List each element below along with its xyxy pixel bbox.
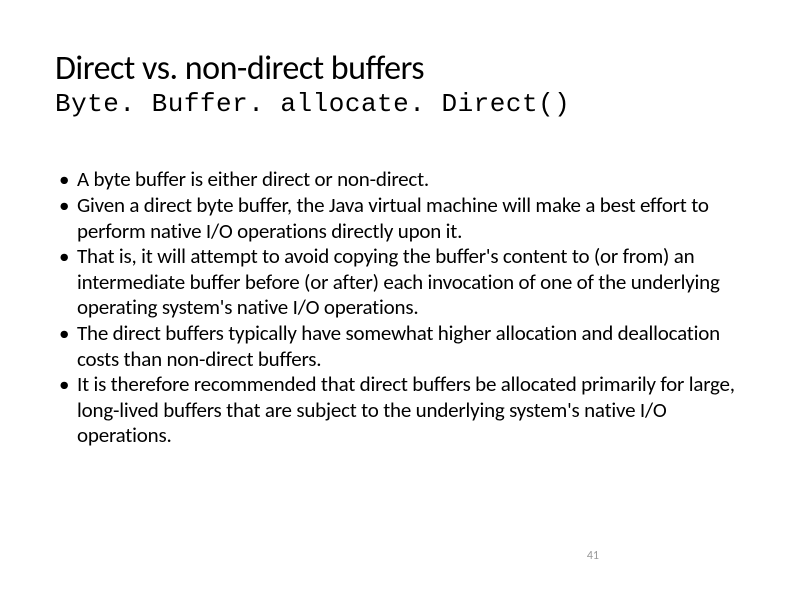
page-number: 41 xyxy=(587,549,599,563)
slide-title: Direct vs. non-direct buffers xyxy=(55,50,739,87)
slide-content: A byte buffer is either direct or non-di… xyxy=(55,167,739,449)
bullet-item: A byte buffer is either direct or non-di… xyxy=(59,167,739,193)
slide-subtitle: Byte. Buffer. allocate. Direct() xyxy=(55,89,739,119)
bullet-item: The direct buffers typically have somewh… xyxy=(59,321,739,372)
bullet-item: Given a direct byte buffer, the Java vir… xyxy=(59,193,739,244)
bullet-list: A byte buffer is either direct or non-di… xyxy=(55,167,739,449)
bullet-item: It is therefore recommended that direct … xyxy=(59,372,739,449)
bullet-item: That is, it will attempt to avoid copyin… xyxy=(59,244,739,321)
